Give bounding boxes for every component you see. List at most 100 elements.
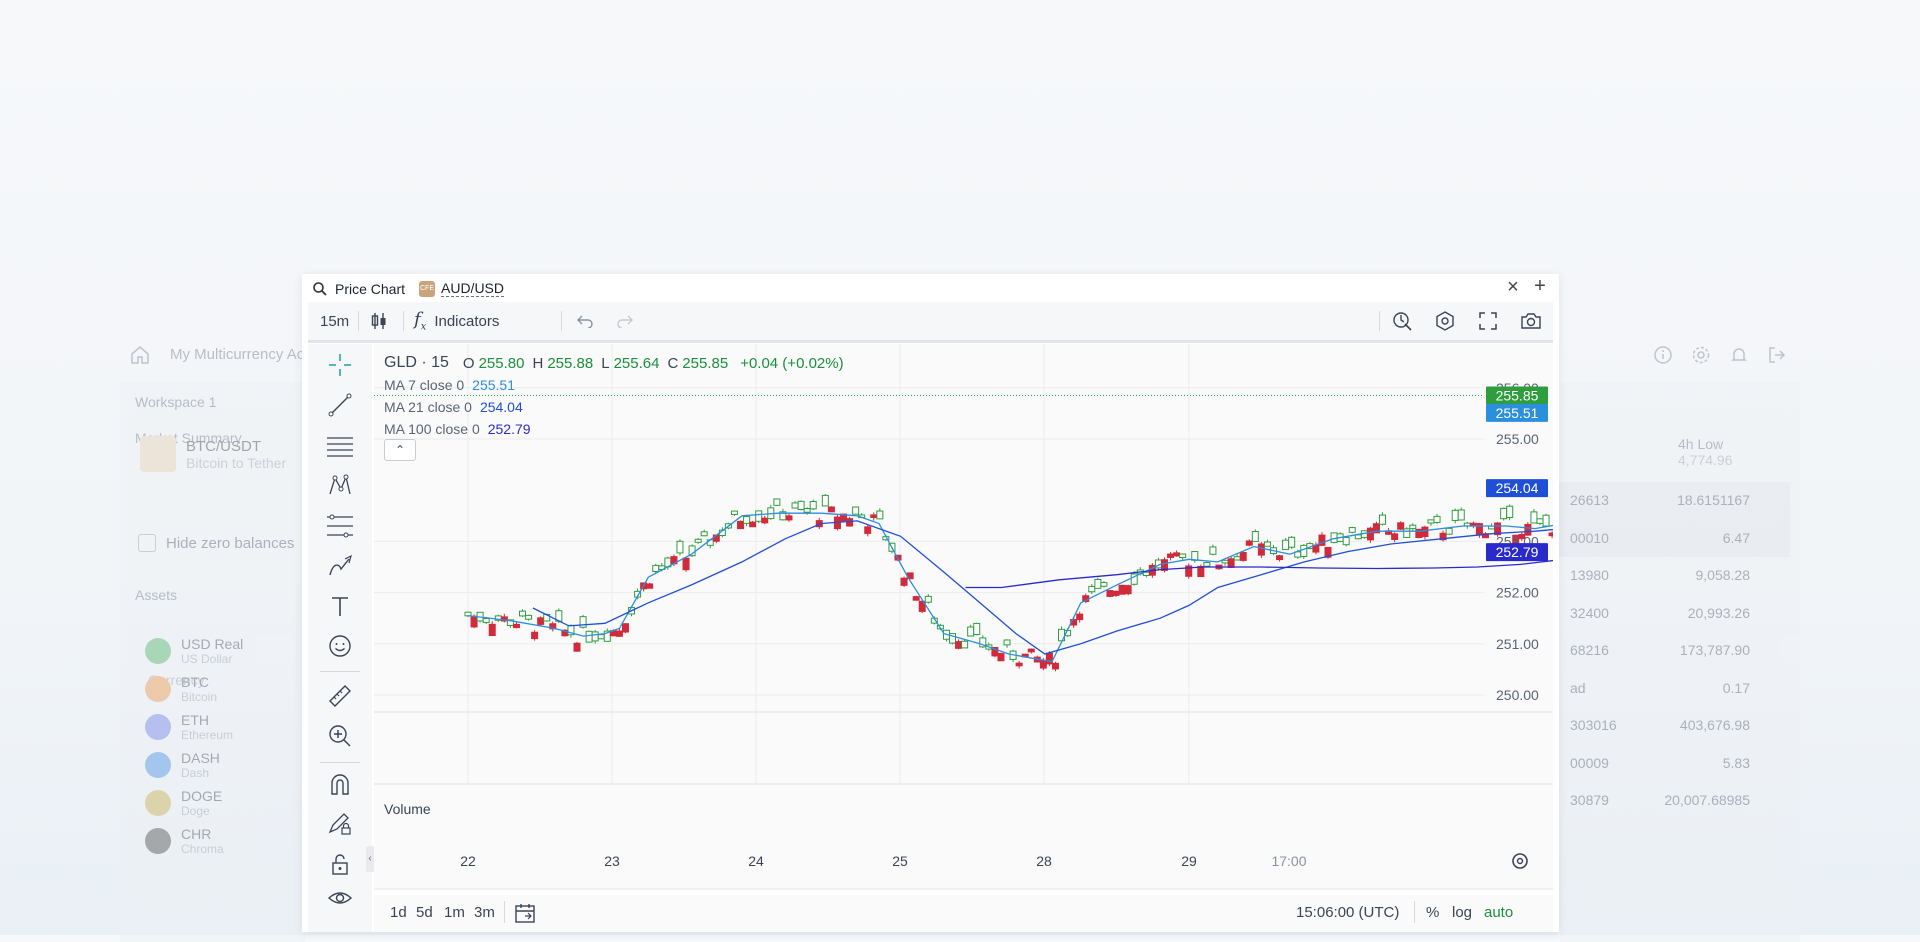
- interval-button[interactable]: 15m: [320, 302, 349, 340]
- axis-settings-icon[interactable]: [1512, 853, 1528, 869]
- toolbar-separator: [358, 311, 359, 331]
- currency-item: CHR Chroma: [145, 826, 224, 856]
- toolbar-collapse-handle[interactable]: ‹: [366, 846, 374, 872]
- toolbar-separator: [403, 311, 404, 331]
- candle-body: [1379, 514, 1387, 525]
- magnet-icon[interactable]: [326, 770, 354, 798]
- volume-label: Volume: [384, 801, 431, 817]
- market-pair: BTC/USDT Bitcoin to Tether: [140, 436, 286, 472]
- table-row: 32400 20,993.26: [1550, 595, 1790, 633]
- row-total: 9,058.28: [1695, 567, 1751, 583]
- candle-body: [1542, 514, 1550, 527]
- range-1m-button[interactable]: 1m: [444, 904, 465, 921]
- fullscreen-icon[interactable]: [1478, 302, 1498, 340]
- toolbar-separator: [320, 762, 360, 763]
- axis-settings-icon: [1516, 857, 1524, 865]
- candle-body: [864, 526, 872, 534]
- candle-body: [1263, 541, 1271, 547]
- emoji-icon[interactable]: [326, 632, 354, 660]
- log-toggle[interactable]: log: [1452, 904, 1472, 921]
- row-total: 18.6151167: [1677, 492, 1750, 508]
- high-label: H: [532, 354, 544, 372]
- currency-code: DOGE: [181, 788, 223, 804]
- ma100-row[interactable]: MA 100 close 0 252.79: [384, 418, 844, 440]
- candle-body: [1142, 571, 1150, 577]
- eye-icon[interactable]: [326, 890, 354, 906]
- candle-body: [1354, 534, 1362, 540]
- chart-bottom-bar: 1d 5d 1m 3m 15:06:00 (UTC) % log auto: [374, 895, 1553, 932]
- percent-toggle[interactable]: %: [1426, 904, 1439, 921]
- alert-clock-icon[interactable]: [1391, 302, 1413, 340]
- candle-body: [1421, 526, 1429, 537]
- candle-body: [1015, 662, 1023, 667]
- currency-name: Dash: [181, 766, 210, 780]
- auto-toggle[interactable]: auto: [1484, 904, 1513, 921]
- candle-body: [700, 531, 708, 537]
- draw-lock-icon[interactable]: [326, 810, 354, 838]
- settings-hex-icon[interactable]: [1434, 302, 1456, 340]
- candles-icon[interactable]: [370, 302, 388, 340]
- camera-icon[interactable]: [1520, 302, 1542, 340]
- trend-line-icon[interactable]: [326, 391, 354, 419]
- currency-code: CHR: [181, 826, 212, 842]
- text-icon[interactable]: [326, 592, 354, 620]
- ma7-value: 255.51: [472, 377, 515, 393]
- redo-icon[interactable]: [616, 302, 634, 340]
- indicators-button[interactable]: fx Indicators: [414, 302, 499, 340]
- table-row: 00010 6.47: [1550, 519, 1790, 557]
- home-icon: [131, 346, 149, 364]
- ma21-row[interactable]: MA 21 close 0 254.04: [384, 396, 844, 418]
- undo-icon[interactable]: [576, 302, 594, 340]
- candle-body: [682, 557, 690, 571]
- chart-area[interactable]: 256.00255.00253.00252.00251.00250.00255.…: [374, 344, 1553, 890]
- utc-clock[interactable]: 15:06:00 (UTC): [1296, 904, 1399, 921]
- zoom-in-icon[interactable]: [326, 722, 354, 750]
- row-amount: ad: [1570, 679, 1586, 696]
- crosshair-icon[interactable]: [326, 351, 354, 379]
- close-icon[interactable]: ×: [1504, 277, 1522, 297]
- candle-body: [870, 514, 878, 519]
- horizontal-lines-icon[interactable]: [326, 432, 354, 460]
- calendar-icon[interactable]: [514, 902, 536, 928]
- candle-body: [1003, 639, 1011, 646]
- currency-item: BTC Bitcoin: [145, 674, 217, 704]
- range-3m-button[interactable]: 3m: [474, 904, 495, 921]
- add-icon[interactable]: +: [1531, 276, 1549, 296]
- pattern-icon[interactable]: [326, 472, 354, 500]
- y-tick-label: 251.00: [1496, 636, 1539, 652]
- low-label: L: [601, 354, 610, 372]
- candle-body: [1500, 507, 1508, 520]
- row-amount: 26613: [1570, 492, 1609, 508]
- ma21-label: MA 21 close 0: [384, 399, 472, 415]
- candle-body: [512, 623, 520, 629]
- ma7-row[interactable]: MA 7 close 0 255.51: [384, 374, 844, 396]
- pair-selector[interactable]: AUD/USD: [441, 281, 505, 297]
- ma7-line: [467, 512, 1553, 663]
- candle-body: [1100, 582, 1108, 587]
- price-tag-label: 255.51: [1496, 405, 1539, 421]
- brush-icon[interactable]: [326, 552, 354, 580]
- hide-zero-label: Hide zero balances: [166, 534, 295, 552]
- candle-body: [525, 614, 533, 620]
- row-amount: 30879: [1570, 792, 1609, 808]
- ruler-icon[interactable]: [326, 682, 354, 710]
- currency-name: Bitcoin: [181, 690, 218, 704]
- unlock-icon[interactable]: [326, 850, 354, 878]
- price-tag-label: 254.04: [1496, 480, 1539, 496]
- candle-body: [1366, 527, 1374, 541]
- y-tick-label: 252.00: [1496, 585, 1539, 601]
- candle-body: [955, 641, 963, 649]
- open-value: 255.80: [478, 354, 525, 372]
- search-icon[interactable]: [312, 281, 328, 297]
- row-total: 5.83: [1722, 754, 1750, 771]
- fib-icon[interactable]: [326, 512, 354, 540]
- candle-body: [876, 510, 884, 520]
- info-icon: [1652, 344, 1674, 366]
- table-row: 13980 9,058.28: [1550, 557, 1790, 595]
- candle-body: [1245, 540, 1253, 546]
- range-5d-button[interactable]: 5d: [416, 904, 433, 921]
- row-total: 20,993.26: [1687, 604, 1750, 621]
- range-1d-button[interactable]: 1d: [390, 904, 407, 921]
- candle-body: [1124, 585, 1132, 595]
- legend-collapse-button[interactable]: ⌃: [384, 439, 416, 461]
